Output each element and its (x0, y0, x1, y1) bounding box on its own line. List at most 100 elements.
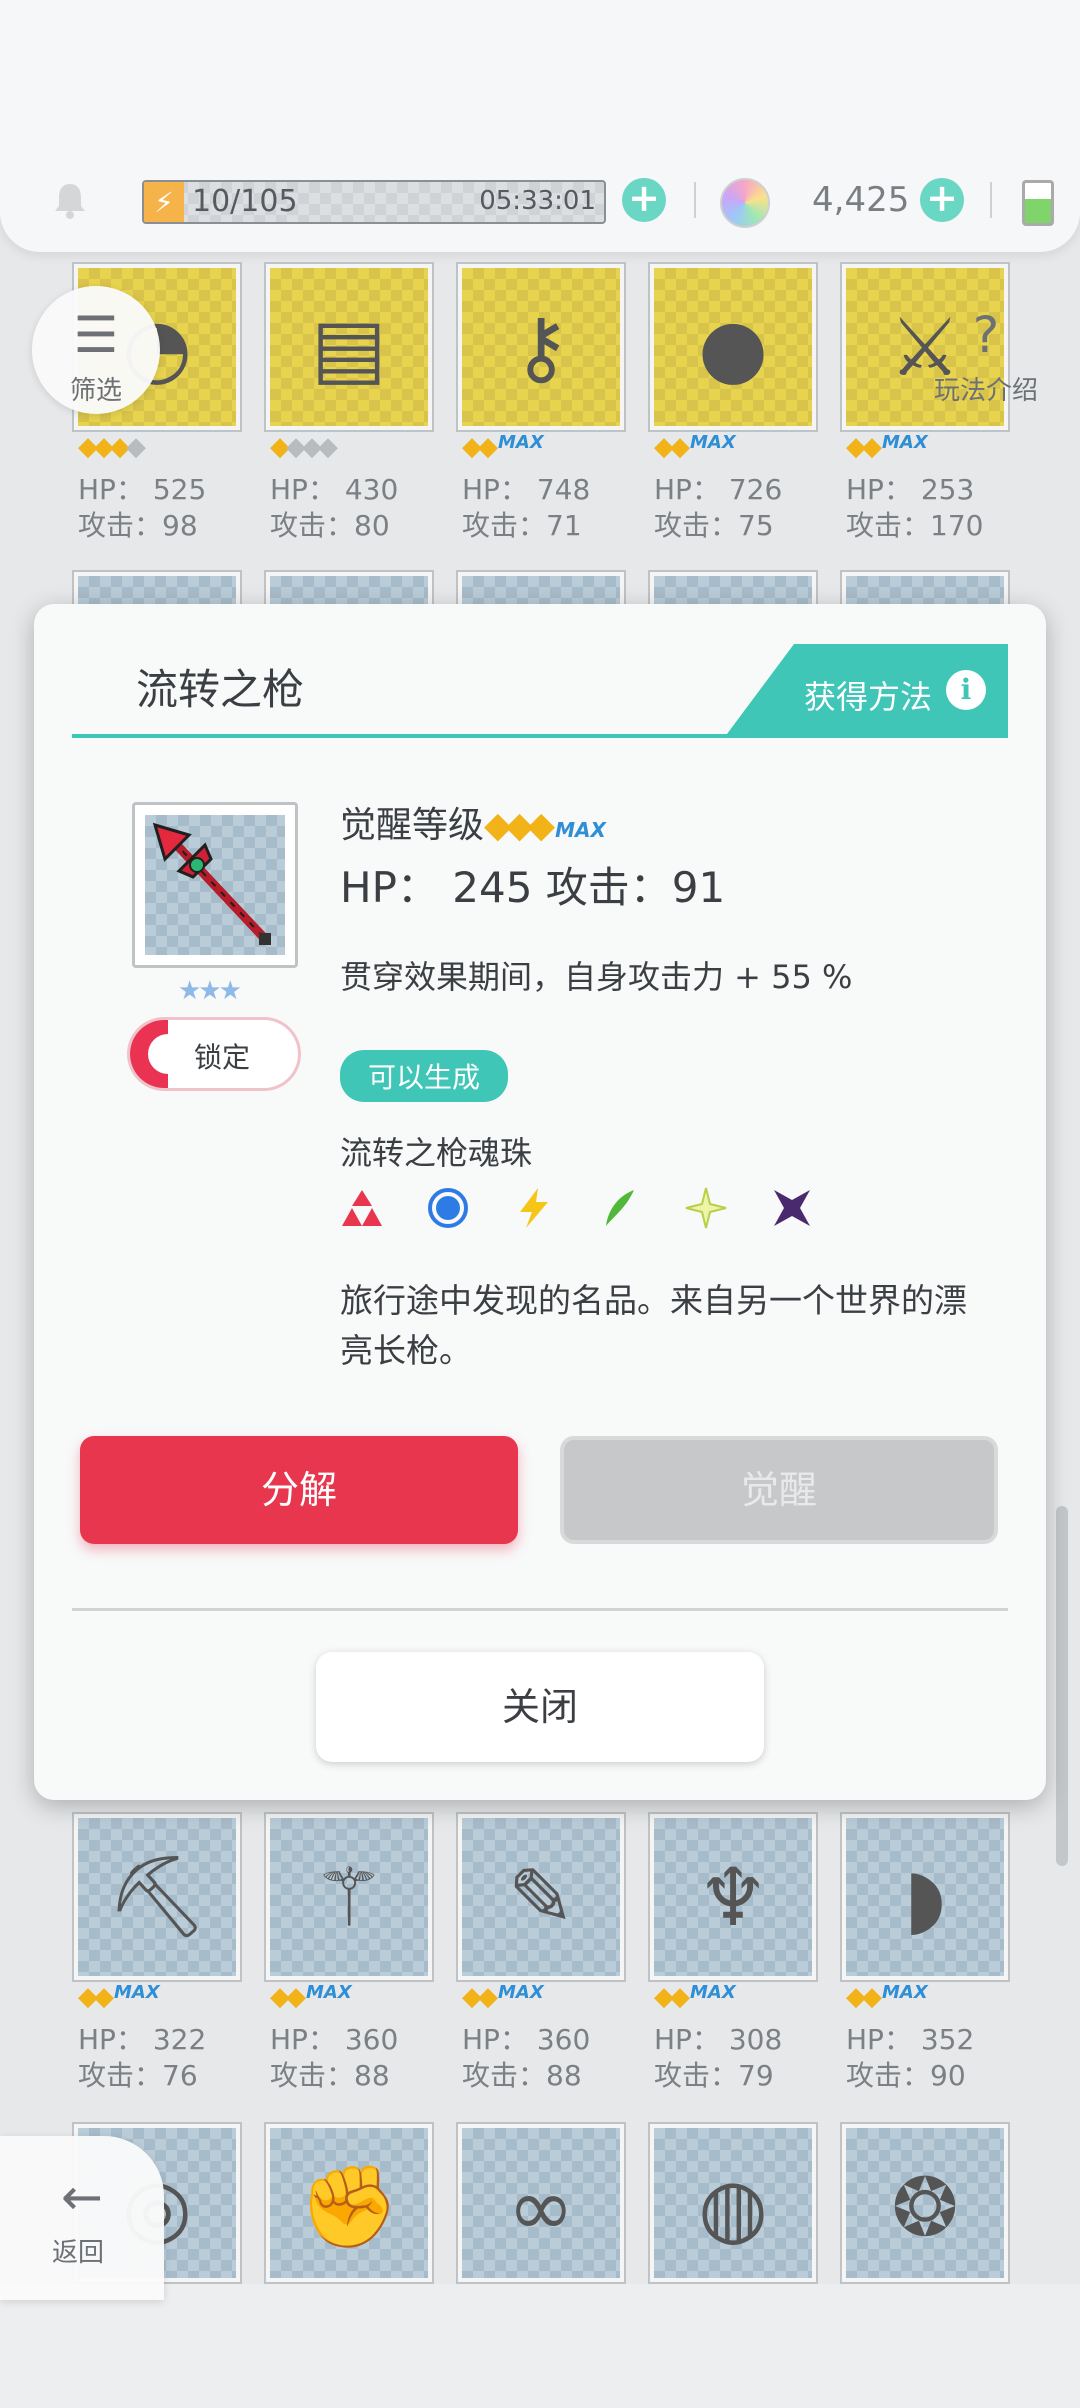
gem-orb-icon (720, 178, 770, 228)
shield-icon: ◗ (903, 1850, 947, 1944)
stamina-timer: 05:33:01 (479, 186, 596, 216)
item-hp: HP： 525 (78, 473, 207, 506)
item-card[interactable]: ◗ (842, 1814, 1008, 1980)
gem-icon: ◆◆◆ (484, 805, 555, 846)
add-stamina-button[interactable]: + (622, 178, 666, 222)
thunder-element-icon[interactable] (510, 1184, 558, 1232)
divider (694, 182, 696, 218)
item-hp: HP： 748 (462, 473, 591, 506)
item-attack: 攻击：88 (270, 2059, 390, 2092)
fire-element-icon[interactable] (338, 1184, 386, 1232)
item-card[interactable]: ⚚ (266, 1814, 432, 1980)
filter-button[interactable]: ☰ 筛选 (32, 286, 160, 414)
help-label: 玩法介绍 (933, 376, 1038, 406)
back-button[interactable]: ← 返回 (0, 2136, 164, 2300)
lock-label: 锁定 (194, 1041, 251, 1074)
lock-toggle-knob (148, 1034, 188, 1074)
stamina-value: 10/105 (192, 184, 298, 219)
awaken-level-label: 觉醒等级 (340, 805, 485, 846)
bottom-bar (0, 2284, 1080, 2408)
bell-icon[interactable] (50, 180, 90, 220)
item-attack: 攻击：90 (846, 2059, 966, 2092)
back-label: 返回 (52, 2238, 105, 2268)
item-hp: HP： 308 (654, 2023, 783, 2056)
rank-gems: ◆◆ MAX (78, 1982, 160, 2012)
item-hp: HP： 360 (270, 2023, 399, 2056)
wind-element-icon[interactable] (596, 1184, 644, 1232)
item-attack: 攻击：76 (78, 2059, 198, 2092)
rank-gems: ◆◆ MAX (462, 1982, 544, 2012)
staff-icon: ⚚ (313, 1850, 385, 1944)
item-description: 旅行途中发现的名品。来自另一个世界的漂亮长枪。 (340, 1281, 967, 1370)
pickaxe-icon: ⛏ (106, 1850, 208, 1943)
help-button[interactable]: ? 玩法介绍 (922, 286, 1050, 414)
obtain-method-label[interactable]: 获得方法 (804, 672, 932, 718)
pendant-icon: ❂ (891, 2160, 959, 2254)
rank-gems: ◆◆ MAX (846, 1982, 928, 2012)
dark-element-icon[interactable] (768, 1184, 816, 1232)
item-attack: 攻击：98 (78, 509, 198, 542)
scepter-icon: ♆ (697, 1850, 769, 1944)
info-icon[interactable]: i (946, 670, 986, 710)
item-effect: 贯穿效果期间，自身攻击力 + 55 % (340, 958, 853, 996)
coin-pendant-icon: ● (698, 300, 768, 394)
item-card[interactable]: ✊ (266, 2124, 432, 2282)
item-card[interactable]: ▤ (266, 264, 432, 430)
lightning-icon: ⚡ (144, 182, 184, 222)
decompose-button[interactable]: 分解 (80, 1436, 518, 1544)
item-attack: 攻击：80 (270, 509, 390, 542)
battery-icon (1022, 180, 1054, 226)
item-card[interactable]: ◍ (650, 2124, 816, 2282)
add-gems-button[interactable]: + (920, 178, 964, 222)
scrollbar[interactable] (1056, 1506, 1068, 1866)
key-icon: ⚷ (511, 300, 571, 394)
dialog-divider (72, 1608, 1008, 1611)
rank-gems: ◆◆ MAX (654, 1982, 736, 2012)
item-image (145, 815, 285, 955)
item-card[interactable]: ⚷ (458, 264, 624, 430)
spear-icon (152, 822, 271, 945)
rank-gems: ◆◆ MAX (846, 432, 928, 462)
awaken-button[interactable]: 觉醒 (560, 1436, 998, 1544)
item-hp: HP： 360 (462, 2023, 591, 2056)
soul-orb-label: 流转之枪魂珠 (340, 1134, 533, 1172)
item-card[interactable]: ♆ (650, 1814, 816, 1980)
status-bar: ⚡ 10/105 05:33:01 + 4,425 + (0, 0, 1080, 252)
rank-gems: ◆◆ MAX (654, 432, 736, 462)
item-detail-dialog: 流转之枪 获得方法 i ★★★ 锁定 觉醒等级◆◆◆ MAX HP： 245 攻击… (34, 604, 1046, 1800)
item-hp: HP： 253 (846, 473, 975, 506)
rank-gems: ◆◆ MAX (462, 432, 544, 462)
item-card[interactable]: ● (650, 264, 816, 430)
water-element-icon[interactable] (424, 1184, 472, 1232)
item-card[interactable]: ✎ (458, 1814, 624, 1980)
filter-sort-icon: ☰ (73, 306, 119, 364)
item-attack: 攻击：75 (654, 509, 774, 542)
max-tag: MAX (882, 432, 928, 453)
rank-gems: ◆◆◆◆ (270, 432, 338, 462)
bead-bracelet-icon: ∞ (507, 2160, 575, 2254)
item-stats: HP： 245 攻击：91 (340, 863, 726, 912)
question-icon: ? (972, 306, 1000, 364)
light-element-icon[interactable] (682, 1184, 730, 1232)
max-tag: MAX (882, 1982, 928, 2003)
item-card[interactable]: ⛏ (74, 1814, 240, 1980)
lock-toggle[interactable]: 锁定 (130, 1020, 298, 1088)
divider (990, 182, 992, 218)
item-hp: HP： 430 (270, 473, 399, 506)
max-tag: MAX (690, 432, 736, 453)
item-attack: 攻击：79 (654, 2059, 774, 2092)
item-image-frame (132, 802, 298, 968)
rarity-stars: ★★★ (178, 976, 242, 1006)
max-tag: MAX (114, 1982, 160, 2003)
item-attack: 攻击：88 (462, 2059, 582, 2092)
stamina-bar: ⚡ 10/105 05:33:01 (142, 180, 606, 224)
awaken-level: 觉醒等级◆◆◆ MAX (340, 796, 606, 848)
dialog-title: 流转之枪 (136, 665, 305, 714)
knuckle-icon: ✊ (299, 2160, 399, 2253)
rank-gems: ◆◆ MAX (270, 1982, 352, 2012)
close-button[interactable]: 关闭 (316, 1652, 764, 1762)
title-underline (72, 734, 1008, 738)
item-card[interactable]: ❂ (842, 2124, 1008, 2282)
item-attack: 攻击：71 (462, 509, 582, 542)
item-card[interactable]: ∞ (458, 2124, 624, 2282)
